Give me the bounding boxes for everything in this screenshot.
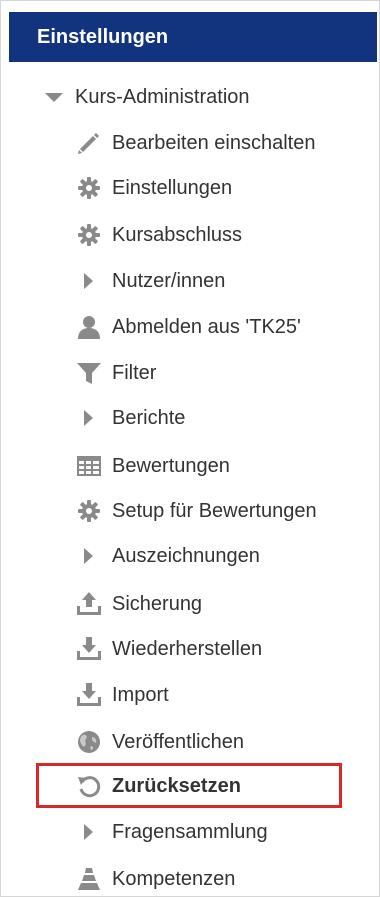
menu-item-label: Wiederherstellen — [112, 637, 263, 660]
menu-item-sicherung[interactable]: Sicherung — [76, 586, 202, 622]
menu-item-label: Kompetenzen — [112, 867, 236, 890]
menu-item-setup-bewertungen[interactable]: Setup für Bewertungen — [76, 493, 317, 529]
menu-item-label: Veröffentlichen — [112, 730, 244, 753]
menu-item-label: Abmelden aus 'TK25' — [112, 315, 301, 338]
expand-arrow-icon[interactable] — [76, 405, 102, 431]
menu-item-label: Kursabschluss — [112, 223, 243, 246]
menu-item-label: Bearbeiten einschalten — [112, 131, 316, 154]
menu-item-label: Berichte — [112, 406, 186, 429]
menu-item-wiederherstellen[interactable]: Wiederherstellen — [76, 631, 262, 667]
tree-root-label: Kurs-Administration — [75, 85, 250, 108]
menu-item-import[interactable]: Import — [76, 677, 169, 713]
block-header: Einstellungen — [9, 12, 377, 62]
menu-item-bewertungen[interactable]: Bewertungen — [76, 448, 230, 484]
menu-item-label: Filter — [112, 361, 157, 384]
menu-item-veroeffentlichen[interactable]: Veröffentlichen — [76, 724, 244, 760]
gear-icon — [76, 222, 102, 248]
menu-item-label: Setup für Bewertungen — [112, 499, 317, 522]
menu-item-label: Import — [112, 683, 169, 706]
user-icon — [76, 314, 102, 340]
menu-item-kompetenzen[interactable]: Kompetenzen — [76, 861, 235, 897]
menu-item-auszeichnungen[interactable]: Auszeichnungen — [76, 538, 260, 574]
menu-item-filter[interactable]: Filter — [76, 355, 156, 391]
menu-item-label: Einstellungen — [112, 176, 233, 199]
menu-item-label: Bewertungen — [112, 454, 230, 477]
menu-item-berichte[interactable]: Berichte — [76, 400, 185, 436]
menu-item-label: Zurücksetzen — [112, 774, 241, 797]
gear-icon — [76, 175, 102, 201]
expand-arrow-icon[interactable] — [76, 543, 102, 569]
gear-icon — [76, 498, 102, 524]
globe-icon — [76, 729, 102, 755]
tree-root-kurs-administration[interactable]: Kurs-Administration — [41, 79, 250, 115]
table-icon — [76, 453, 102, 479]
pencil-icon — [76, 130, 102, 156]
upload-icon — [76, 591, 102, 617]
menu-item-zuruecksetzen[interactable]: Zurücksetzen — [76, 768, 241, 804]
menu-item-fragensammlung[interactable]: Fragensammlung — [76, 814, 268, 850]
expand-arrow-icon[interactable] — [76, 819, 102, 845]
download-icon — [76, 636, 102, 662]
menu-item-label: Sicherung — [112, 592, 203, 615]
competency-icon — [76, 866, 102, 892]
menu-item-bearbeiten-einschalten[interactable]: Bearbeiten einschalten — [76, 125, 315, 161]
settings-block: Einstellungen Kurs-Administration Bearbe… — [0, 0, 380, 897]
menu-item-label: Auszeichnungen — [112, 544, 260, 567]
filter-icon — [76, 360, 102, 386]
menu-item-label: Nutzer/innen — [112, 269, 226, 292]
menu-item-einstellungen[interactable]: Einstellungen — [76, 170, 232, 206]
menu-item-kursabschluss[interactable]: Kursabschluss — [76, 217, 242, 253]
menu-item-label: Fragensammlung — [112, 820, 268, 843]
reset-icon — [76, 773, 102, 799]
menu-item-nutzer-innen[interactable]: Nutzer/innen — [76, 263, 225, 299]
expand-arrow-icon[interactable] — [76, 268, 102, 294]
menu-item-abmelden[interactable]: Abmelden aus 'TK25' — [76, 309, 301, 345]
download-icon — [76, 682, 102, 708]
collapse-arrow-icon[interactable] — [41, 84, 67, 110]
